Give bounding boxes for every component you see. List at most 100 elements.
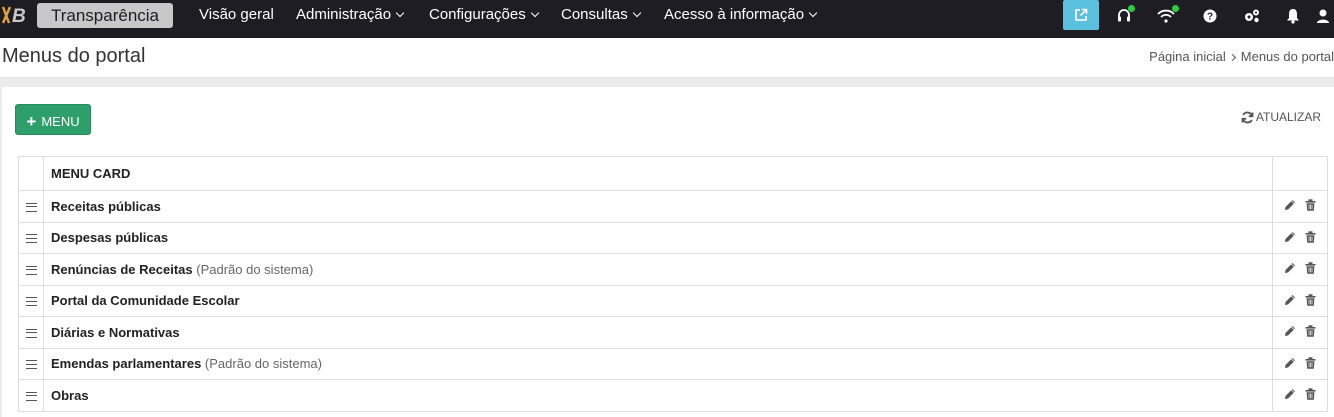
chevron-down-icon — [530, 8, 539, 18]
table-row: Obras — [18, 379, 1328, 412]
menu-name-cell: Despesas públicas — [43, 221, 1273, 254]
chevron-down-icon — [808, 8, 818, 18]
menu-name-cell: Diárias e Normativas — [43, 316, 1273, 349]
menu-name-cell: Renúncias de Receitas (Padrão do sistema… — [43, 253, 1273, 286]
nav-label: Administração — [296, 6, 392, 23]
trash-icon[interactable] — [1305, 294, 1316, 309]
breadcrumb: Página inicial Menus do portal — [1149, 49, 1334, 64]
wifi-icon[interactable] — [1148, 2, 1184, 30]
menu-name-cell: Emendas parlamentares (Padrão do sistema… — [43, 347, 1273, 380]
status-dot — [1128, 5, 1135, 12]
chevron-right-icon — [1228, 53, 1236, 62]
menu-table: MENU CARD Receitas públicas Despesas púb… — [18, 156, 1328, 412]
menu-name-cell: Obras — [43, 379, 1273, 412]
bell-icon[interactable] — [1275, 2, 1311, 30]
nav-administracao[interactable]: Administração — [296, 0, 405, 30]
drag-handle-icon — [25, 360, 37, 370]
table-row: Diárias e Normativas — [18, 316, 1328, 349]
drag-handle-icon — [25, 297, 37, 307]
breadcrumb-current: Menus do portal — [1240, 49, 1334, 64]
menu-name: Despesas públicas — [51, 230, 169, 246]
drag-handle[interactable] — [18, 316, 44, 349]
chevron-down-icon — [632, 8, 641, 18]
headset-icon[interactable] — [1106, 2, 1142, 30]
page-header: Menus do portal Página inicial Menus do p… — [0, 38, 1334, 78]
drag-handle[interactable] — [18, 221, 44, 254]
drag-handle[interactable] — [18, 379, 44, 412]
nav-consultas[interactable]: Consultas — [561, 0, 641, 30]
drag-handle[interactable] — [18, 284, 44, 317]
top-navbar: B Transparência Visão geral Administraçã… — [0, 0, 1334, 38]
edit-icon[interactable] — [1284, 325, 1296, 340]
drag-handle-icon — [25, 265, 37, 275]
add-menu-button[interactable]: + MENU — [15, 104, 91, 135]
settings-icon[interactable] — [1234, 2, 1270, 30]
chevron-down-icon — [395, 8, 405, 18]
row-actions — [1272, 253, 1328, 286]
nav-label: Acesso à informação — [664, 6, 805, 23]
edit-icon[interactable] — [1284, 199, 1296, 214]
menu-name: Obras — [51, 387, 89, 403]
table-row: Receitas públicas — [18, 190, 1328, 223]
row-actions — [1272, 379, 1328, 412]
menu-name: Diárias e Normativas — [51, 324, 180, 340]
edit-icon[interactable] — [1284, 294, 1296, 309]
help-icon[interactable]: ? — [1192, 2, 1228, 30]
external-link-icon[interactable] — [1063, 0, 1099, 30]
menu-name: Receitas públicas — [51, 198, 161, 214]
table-row: Emendas parlamentares (Padrão do sistema… — [18, 347, 1328, 380]
table-row: Despesas públicas — [18, 221, 1328, 254]
drag-handle-icon — [25, 234, 37, 244]
trash-icon[interactable] — [1305, 262, 1316, 277]
table-row: Portal da Comunidade Escolar — [18, 284, 1328, 317]
nav-acesso-informacao[interactable]: Acesso à informação — [664, 0, 818, 30]
trash-icon[interactable] — [1305, 199, 1316, 214]
refresh-icon — [1241, 111, 1254, 123]
table-header-row: MENU CARD — [18, 156, 1328, 191]
menu-name-cell: Portal da Comunidade Escolar — [43, 284, 1273, 317]
edit-icon[interactable] — [1284, 262, 1296, 277]
edit-icon[interactable] — [1284, 357, 1296, 372]
drag-handle[interactable] — [18, 190, 44, 223]
app-logo[interactable]: B — [0, 4, 36, 27]
nav-visao-geral[interactable]: Visão geral — [199, 0, 274, 30]
nav-label: Visão geral — [199, 6, 274, 23]
trash-icon[interactable] — [1305, 357, 1316, 372]
drag-column-header — [18, 156, 44, 191]
edit-icon[interactable] — [1284, 388, 1296, 403]
menu-name: Emendas parlamentares — [51, 356, 202, 372]
trash-icon[interactable] — [1305, 388, 1316, 403]
menu-note: (Padrão do sistema) — [196, 261, 314, 277]
breadcrumb-home[interactable]: Página inicial — [1149, 49, 1226, 64]
column-header-menu-card: MENU CARD — [43, 156, 1273, 191]
svg-text:B: B — [12, 6, 26, 26]
menu-name: Portal da Comunidade Escolar — [51, 293, 240, 309]
row-actions — [1272, 221, 1328, 254]
table-row: Renúncias de Receitas (Padrão do sistema… — [18, 253, 1328, 286]
row-actions — [1272, 284, 1328, 317]
drag-handle-icon — [25, 202, 37, 212]
nav-configuracoes[interactable]: Configurações — [429, 0, 539, 30]
menu-note: (Padrão do sistema) — [204, 356, 322, 372]
svg-text:?: ? — [1207, 12, 1213, 23]
nav-label: Consultas — [561, 6, 628, 23]
trash-icon[interactable] — [1305, 231, 1316, 246]
drag-handle[interactable] — [18, 347, 44, 380]
edit-icon[interactable] — [1284, 231, 1296, 246]
drag-handle[interactable] — [18, 253, 44, 286]
page-title: Menus do portal — [2, 45, 146, 67]
refresh-label: ATUALIZAR — [1255, 110, 1321, 124]
actions-column-header — [1272, 156, 1328, 191]
drag-handle-icon — [25, 328, 37, 338]
menus-card: + MENU ATUALIZAR MENU CARD Receitas públi… — [2, 87, 1334, 417]
menu-name: Renúncias de Receitas — [51, 261, 193, 277]
brand-title[interactable]: Transparência — [37, 3, 173, 28]
user-icon[interactable] — [1312, 2, 1334, 30]
add-menu-label: MENU — [41, 114, 80, 129]
menu-name-cell: Receitas públicas — [43, 190, 1273, 223]
nav-label: Configurações — [429, 6, 526, 23]
row-actions — [1272, 190, 1328, 223]
trash-icon[interactable] — [1305, 325, 1316, 340]
drag-handle-icon — [25, 391, 37, 401]
refresh-button[interactable]: ATUALIZAR — [1241, 110, 1321, 124]
